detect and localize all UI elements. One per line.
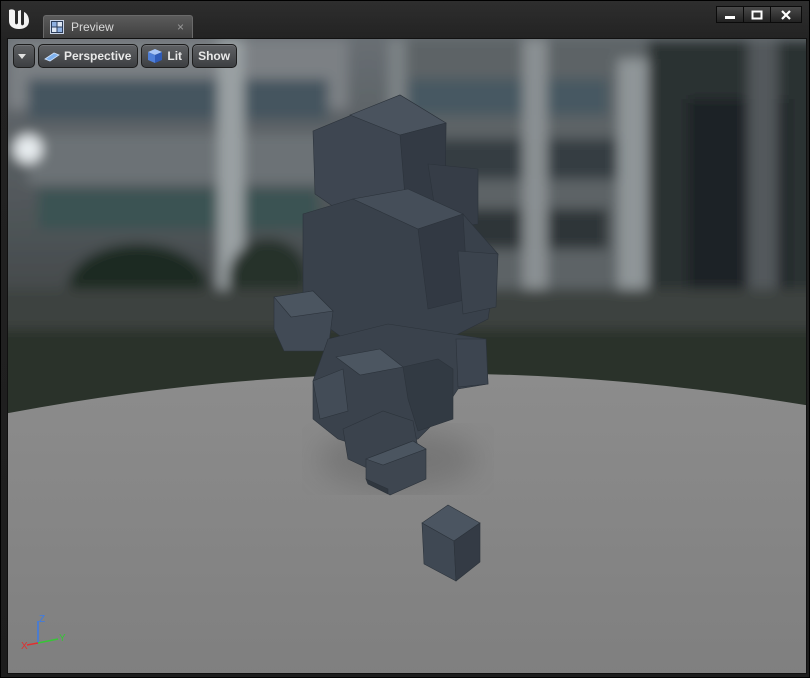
- minimize-icon: [725, 15, 735, 19]
- perspective-label: Perspective: [64, 49, 132, 63]
- maximize-button[interactable]: [743, 6, 771, 23]
- tab-close-icon[interactable]: ×: [177, 21, 184, 33]
- y-axis-label: Y: [59, 633, 66, 644]
- axis-gizmo: Z Y X: [21, 614, 66, 651]
- chevron-down-icon: [18, 54, 26, 59]
- close-button[interactable]: [770, 6, 802, 23]
- x-axis-label: X: [21, 641, 28, 651]
- lit-cube-icon: [148, 49, 163, 63]
- viewport-grid-icon: [50, 20, 64, 34]
- preview-viewport[interactable]: Perspective Lit Show Z Y X: [7, 38, 807, 674]
- preview-window: Preview × Perspective Lit Show Z Y X: [0, 0, 810, 678]
- y-axis-line: [37, 638, 59, 644]
- viewport-options-button[interactable]: [13, 44, 35, 68]
- minimize-button[interactable]: [716, 6, 744, 23]
- scene-render: [8, 39, 806, 673]
- tab-title: Preview: [71, 20, 114, 34]
- show-button[interactable]: Show: [192, 44, 238, 68]
- lit-label: Lit: [167, 49, 183, 63]
- close-icon: [781, 9, 791, 20]
- unreal-engine-logo: [9, 9, 29, 29]
- z-axis-label: Z: [39, 614, 45, 625]
- perspective-button[interactable]: Perspective: [38, 44, 139, 68]
- show-label: Show: [198, 49, 231, 63]
- x-axis-line: [26, 642, 39, 646]
- window-controls: [716, 6, 802, 23]
- tab-preview[interactable]: Preview ×: [43, 15, 193, 38]
- viewport-toolbar: Perspective Lit Show: [13, 44, 238, 68]
- lit-button[interactable]: Lit: [141, 44, 190, 68]
- maximize-icon: [751, 10, 763, 19]
- perspective-icon: [44, 52, 60, 62]
